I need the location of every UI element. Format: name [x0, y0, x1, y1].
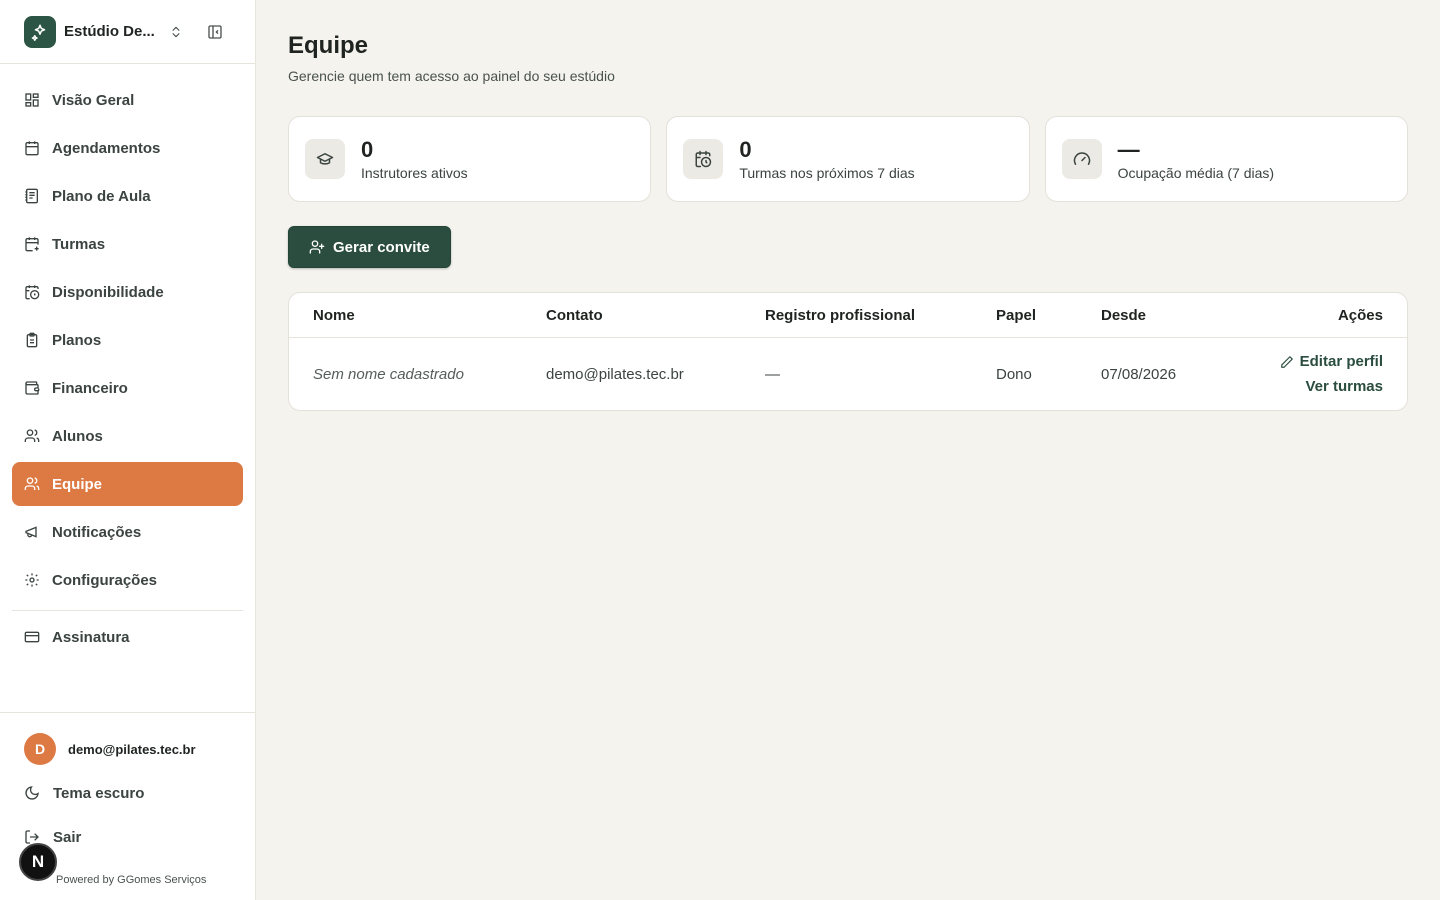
sidebar-item-label: Notificações — [52, 523, 142, 541]
column-header-contato: Contato — [546, 306, 603, 324]
dark-theme-toggle[interactable]: Tema escuro — [0, 771, 255, 815]
stat-value: — — [1117, 137, 1140, 162]
generate-invite-label: Gerar convite — [333, 238, 430, 256]
member-since: 07/08/2026 — [1101, 365, 1177, 383]
sidebar-collapse-icon[interactable] — [204, 21, 226, 43]
member-contact: demo@pilates.tec.br — [546, 365, 684, 383]
studio-logo-icon — [24, 15, 56, 48]
sidebar-item-label: Plano de Aula — [52, 187, 151, 205]
sidebar-item-label: Disponibilidade — [52, 283, 164, 301]
powered-by: Powered by GGomes Serviços — [56, 874, 207, 886]
stat-card-instructors: 0 Instrutores ativos — [288, 116, 652, 202]
sidebar-item-plano-de-aula[interactable]: Plano de Aula — [12, 174, 243, 218]
gear-icon — [24, 572, 40, 588]
notebook-icon — [24, 188, 40, 204]
megaphone-icon — [24, 524, 40, 540]
column-header-nome: Nome — [313, 306, 355, 324]
sidebar-item-label: Visão Geral — [52, 91, 135, 109]
studio-header: Estúdio De... — [0, 0, 255, 64]
sidebar-item-agendamentos[interactable]: Agendamentos — [12, 126, 243, 170]
view-classes-link[interactable]: Ver turmas — [1305, 378, 1383, 395]
sidebar-item-configuracoes[interactable]: Configurações — [12, 558, 243, 602]
calendar-clock-icon — [24, 284, 40, 300]
sidebar-nav: Visão Geral Agendamentos Plano de Aula T… — [0, 64, 255, 659]
sidebar-footer: D demo@pilates.tec.br Tema escuro Sair P… — [0, 712, 255, 900]
credit-card-icon — [24, 629, 40, 645]
dark-theme-label: Tema escuro — [53, 784, 145, 802]
sidebar-item-label: Configurações — [52, 571, 158, 589]
edit-profile-label: Editar perfil — [1299, 353, 1383, 370]
pencil-icon — [1280, 355, 1294, 369]
member-registration: — — [765, 365, 780, 383]
member-name: Sem nome cadastrado — [313, 365, 464, 383]
generate-invite-button[interactable]: Gerar convite — [288, 226, 451, 268]
stat-card-classes: 0 Turmas nos próximos 7 dias — [666, 116, 1030, 202]
logout-label: Sair — [53, 828, 82, 846]
sidebar-item-planos[interactable]: Planos — [12, 318, 243, 362]
sidebar-item-alunos[interactable]: Alunos — [12, 414, 243, 458]
user-plus-icon — [309, 239, 325, 255]
sidebar-item-assinatura[interactable]: Assinatura — [12, 615, 243, 659]
sidebar-item-label: Assinatura — [52, 628, 130, 646]
sidebar-item-label: Planos — [52, 331, 102, 349]
chevrons-up-down-icon[interactable] — [166, 22, 186, 42]
calendar-plus-icon — [24, 236, 40, 252]
user-email: demo@pilates.tec.br — [68, 741, 196, 757]
studio-name[interactable]: Estúdio De... — [64, 23, 160, 40]
column-header-desde: Desde — [1101, 306, 1147, 324]
sidebar-item-equipe[interactable]: Equipe — [12, 462, 243, 506]
user-profile[interactable]: D demo@pilates.tec.br — [0, 713, 255, 765]
sidebar-item-label: Agendamentos — [52, 139, 161, 157]
column-header-registro: Registro profissional — [765, 306, 916, 324]
stat-label: Ocupação média (7 dias) — [1117, 165, 1275, 181]
sidebar-item-label: Alunos — [52, 427, 103, 445]
team-icon — [24, 476, 40, 492]
dashboard-icon — [24, 92, 40, 108]
sidebar-item-label: Financeiro — [52, 379, 128, 397]
nav-divider — [12, 610, 243, 611]
stat-value: 0 — [739, 137, 752, 162]
sidebar: Estúdio De... Visão Geral Agendamentos P… — [0, 0, 256, 900]
stat-card-occupancy: — Ocupação média (7 dias) — [1044, 116, 1408, 202]
page-title: Equipe — [288, 32, 369, 59]
table-row: Sem nome cadastrado demo@pilates.tec.br … — [289, 338, 1407, 410]
member-role: Dono — [996, 365, 1032, 383]
calendar-clock-icon — [683, 139, 724, 179]
calendar-icon — [24, 140, 40, 156]
team-table: Nome Contato Registro profissional Papel… — [288, 292, 1408, 411]
table-header: Nome Contato Registro profissional Papel… — [289, 293, 1407, 338]
wallet-icon — [24, 380, 40, 396]
edit-profile-link[interactable]: Editar perfil — [1280, 353, 1383, 370]
sidebar-item-label: Turmas — [52, 235, 106, 253]
stat-label: Instrutores ativos — [361, 165, 468, 181]
gauge-icon — [1061, 139, 1102, 179]
sidebar-item-disponibilidade[interactable]: Disponibilidade — [12, 270, 243, 314]
sidebar-item-label: Equipe — [52, 475, 103, 493]
dev-tools-badge[interactable]: N — [19, 843, 57, 881]
row-actions: Editar perfil Ver turmas — [1251, 353, 1407, 395]
sidebar-item-financeiro[interactable]: Financeiro — [12, 366, 243, 410]
avatar: D — [24, 733, 56, 765]
stats-row: 0 Instrutores ativos 0 Turmas nos próxim… — [288, 116, 1408, 202]
page-subtitle: Gerencie quem tem acesso ao painel do se… — [288, 68, 615, 84]
column-header-papel: Papel — [996, 306, 1037, 324]
main-content: Equipe Gerencie quem tem acesso ao paine… — [256, 0, 1440, 900]
sidebar-item-turmas[interactable]: Turmas — [12, 222, 243, 266]
stat-label: Turmas nos próximos 7 dias — [739, 165, 915, 181]
users-icon — [24, 428, 40, 444]
sidebar-item-notificacoes[interactable]: Notificações — [12, 510, 243, 554]
stat-value: 0 — [361, 137, 374, 162]
graduation-cap-icon — [305, 139, 345, 179]
clipboard-icon — [24, 332, 40, 348]
moon-icon — [24, 785, 40, 801]
sidebar-item-visao-geral[interactable]: Visão Geral — [12, 78, 243, 122]
column-header-acoes: Ações — [1337, 306, 1383, 324]
